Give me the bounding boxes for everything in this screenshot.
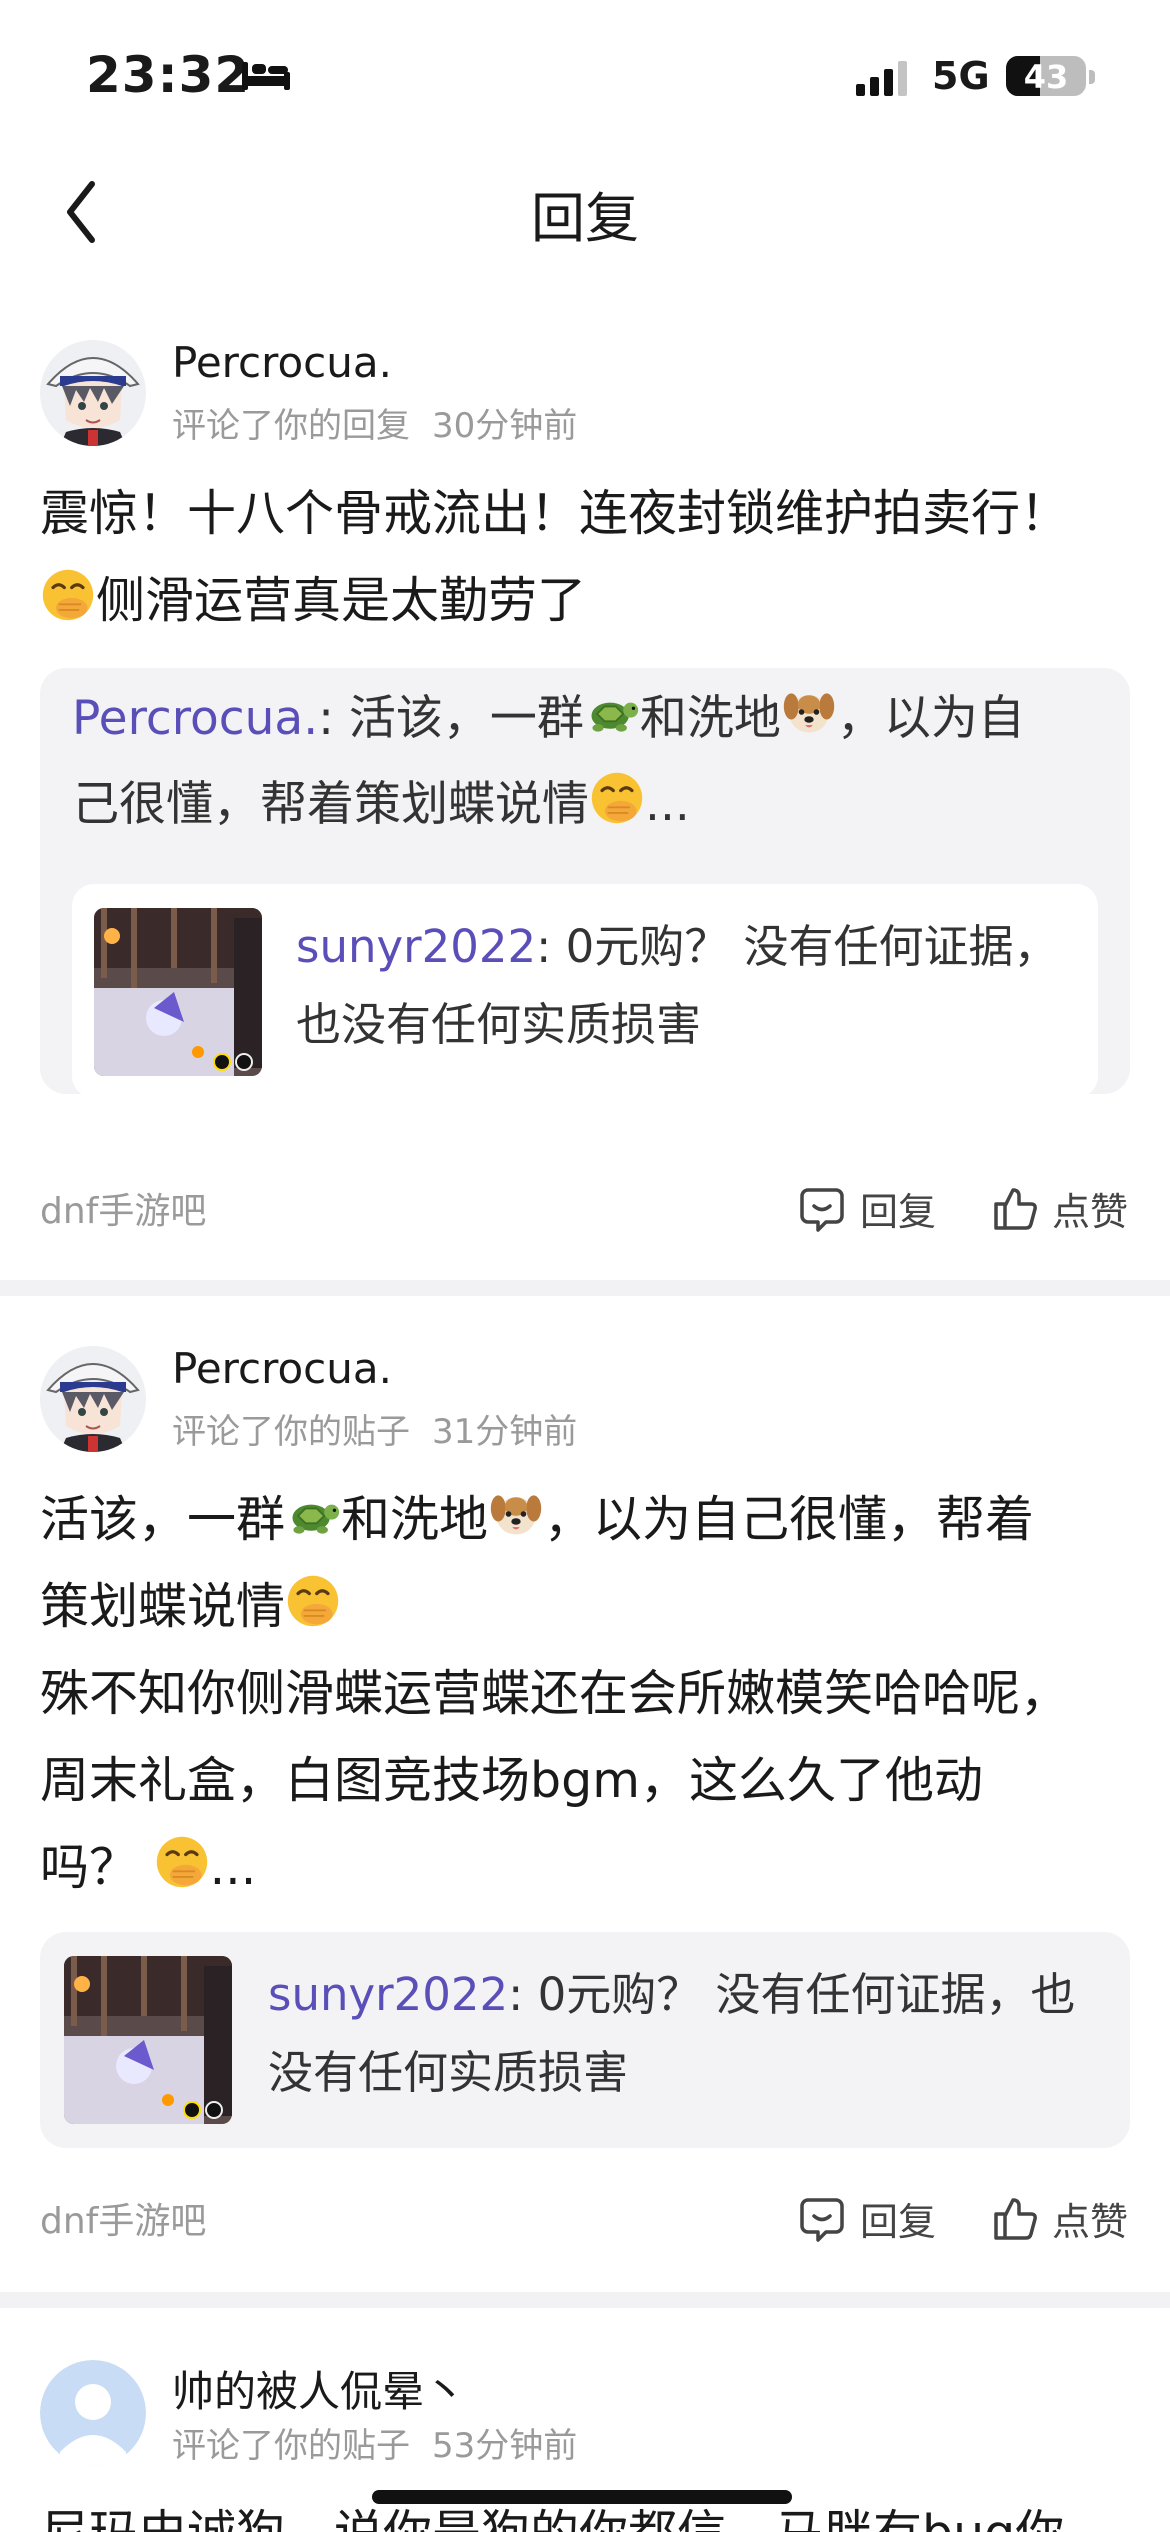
thumbs-up-icon <box>994 1188 1037 1230</box>
original-post-text: sunyr2022: 0元购？ 没有任何证据， 也没有任何实质损害 <box>296 920 1059 1051</box>
turtle-emoji <box>584 684 640 740</box>
forum-name[interactable]: dnf手游吧 <box>40 2192 206 2244</box>
quoted-reply[interactable]: Percrocua.: 活该，一群 和洗地 ，以为自 己很懂，帮着策划蝶说情... … <box>40 668 1130 1098</box>
comment-line: 侧滑运营真是太勤劳了 <box>40 557 1130 644</box>
comment-body[interactable]: 活该，一群 和洗地 ，以为自己很懂，帮着 策划蝶说情 殊不知你侧滑蝶运营蝶还在会所嫩… <box>40 1476 1130 1911</box>
notification-meta: 评论了你的贴子 31分钟前 <box>172 1404 577 1453</box>
like-button[interactable]: 点赞 <box>990 2188 1128 2248</box>
timestamp: 53分钟前 <box>432 2426 578 2466</box>
comment-line: 吗？ ... <box>40 1824 1130 1911</box>
turtle-emoji <box>285 1486 341 1542</box>
nav-header: 回复 <box>0 150 1170 270</box>
comment-line: 震惊！十八个骨戒流出！连夜封锁维护拍卖行！ <box>40 485 1070 542</box>
avatar[interactable] <box>40 340 146 446</box>
hand-over-mouth-emoji <box>589 770 645 826</box>
like-label: 点赞 <box>1052 1189 1129 1234</box>
battery-indicator: 43 <box>1006 56 1086 96</box>
comment-bubble-icon <box>800 2198 844 2242</box>
quote-author-link[interactable]: Percrocua. <box>72 691 318 746</box>
page-title: 回复 <box>531 187 639 250</box>
reply-label: 回复 <box>860 2199 937 2244</box>
original-post[interactable]: sunyr2022: 0元购？ 没有任何证据，也 没有任何实质损害 <box>40 1932 1130 2148</box>
original-post[interactable]: sunyr2022: 0元购？ 没有任何证据， 也没有任何实质损害 <box>72 884 1098 1098</box>
action-text: 评论了你的贴子 <box>172 1412 410 1452</box>
thumbs-up-icon <box>994 2198 1037 2240</box>
notification-meta: 评论了你的回复 30分钟前 <box>172 398 577 447</box>
reply-button[interactable]: 回复 <box>798 1178 936 1238</box>
original-post-text: sunyr2022: 0元购？ 没有任何证据，也 没有任何实质损害 <box>268 1968 1076 2099</box>
hand-over-mouth-emoji <box>154 1834 210 1890</box>
signal-icon <box>856 61 907 96</box>
like-button[interactable]: 点赞 <box>990 1178 1128 1238</box>
divider <box>0 1280 1170 1296</box>
reply-label: 回复 <box>860 1189 937 1234</box>
timestamp: 30分钟前 <box>432 406 578 446</box>
comment-line: 活该，一群 和洗地 ，以为自己很懂，帮着 <box>40 1476 1130 1563</box>
battery-tip <box>1089 70 1095 84</box>
quote-text: Percrocua.: 活该，一群 和洗地 ，以为自 己很懂，帮着策划蝶说情... <box>72 676 1102 848</box>
dog-face-emoji <box>781 684 837 740</box>
dog-face-emoji <box>488 1486 544 1542</box>
hand-over-mouth-emoji <box>285 1573 341 1629</box>
comment-body[interactable]: 震惊！十八个骨戒流出！连夜封锁维护拍卖行！ 侧滑运营真是太勤劳了 <box>40 470 1130 644</box>
comment-bubble-icon <box>800 1188 844 1232</box>
status-time: 23:32 <box>86 46 251 104</box>
notification-card[interactable]: Percrocua. 评论了你的贴子 31分钟前 活该，一群 和洗地 ，以为自己很懂，… <box>0 1326 1170 2266</box>
hand-over-mouth-emoji <box>40 567 96 623</box>
action-text: 评论了你的回复 <box>172 406 410 446</box>
like-label: 点赞 <box>1052 2199 1129 2244</box>
post-author-link[interactable]: sunyr2022 <box>296 920 536 973</box>
username[interactable]: Percrocua. <box>172 1344 392 1393</box>
username[interactable]: Percrocua. <box>172 338 392 387</box>
forum-name[interactable]: dnf手游吧 <box>40 1182 206 1234</box>
home-indicator[interactable] <box>372 2490 792 2504</box>
reply-button[interactable]: 回复 <box>798 2188 936 2248</box>
notification-card[interactable]: Percrocua. 评论了你的回复 30分钟前 震惊！十八个骨戒流出！连夜封锁维… <box>0 320 1170 1270</box>
comment-line: 殊不知你侧滑蝶运营蝶还在会所嫩模笑哈哈呢， <box>40 1665 1070 1722</box>
username[interactable]: 帅的被人侃晕丶 <box>172 2358 466 2419</box>
bed-icon <box>242 62 290 90</box>
comment-line: 策划蝶说情 <box>40 1563 1130 1650</box>
post-thumbnail <box>94 908 262 1076</box>
action-text: 评论了你的贴子 <box>172 2426 410 2466</box>
post-thumbnail <box>64 1956 232 2124</box>
comment-line: 周末礼盒，白图竞技场bgm，这么久了他动 <box>40 1752 983 1809</box>
battery-level: 43 <box>1023 58 1069 96</box>
avatar[interactable] <box>40 1346 146 1452</box>
avatar[interactable] <box>40 2360 146 2466</box>
network-label: 5G <box>932 54 990 98</box>
post-author-link[interactable]: sunyr2022 <box>268 1968 508 2021</box>
timestamp: 31分钟前 <box>432 1412 578 1452</box>
divider <box>0 2292 1170 2308</box>
notification-meta: 评论了你的贴子 53分钟前 <box>172 2418 577 2467</box>
status-bar: 23:32 5G 43 <box>0 0 1170 150</box>
